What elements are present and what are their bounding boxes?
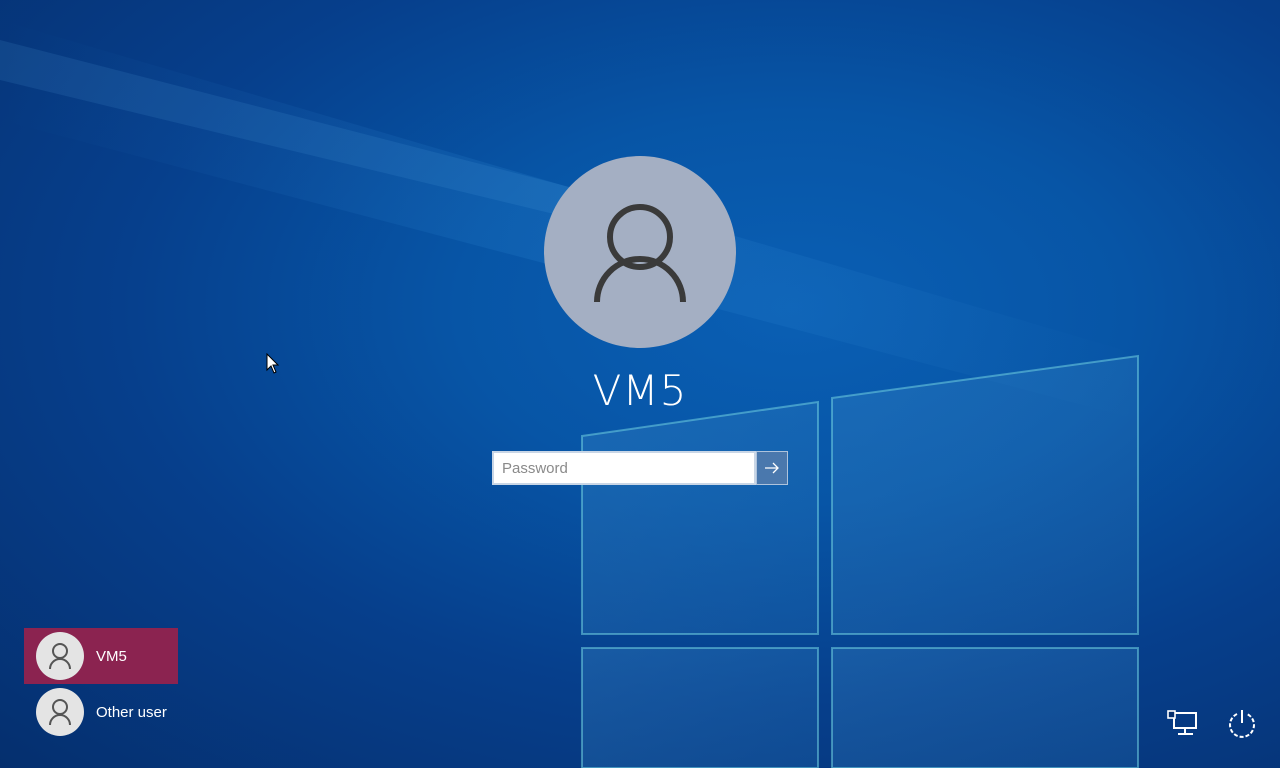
submit-button[interactable] <box>756 451 788 485</box>
user-list: VM5 Other user <box>24 628 178 740</box>
user-item-other-user[interactable]: Other user <box>24 684 178 740</box>
user-icon <box>49 699 71 726</box>
mouse-cursor-icon <box>266 353 280 374</box>
power-icon <box>1229 710 1255 738</box>
user-avatar-small <box>36 632 84 680</box>
network-icon <box>1167 710 1197 735</box>
user-item-vm5[interactable]: VM5 <box>24 628 178 684</box>
password-input[interactable] <box>492 451 756 485</box>
username-title: VM5 <box>592 366 688 415</box>
user-icon <box>49 643 71 670</box>
network-button[interactable] <box>1164 706 1200 742</box>
power-button[interactable] <box>1224 706 1260 742</box>
user-item-label: Other user <box>96 703 167 721</box>
system-icons <box>1164 704 1260 744</box>
user-icon <box>594 204 686 303</box>
password-row <box>492 451 788 485</box>
user-avatar-small <box>36 688 84 736</box>
arrow-right-icon <box>765 462 779 474</box>
user-avatar <box>544 156 736 348</box>
user-item-label: VM5 <box>96 647 127 665</box>
